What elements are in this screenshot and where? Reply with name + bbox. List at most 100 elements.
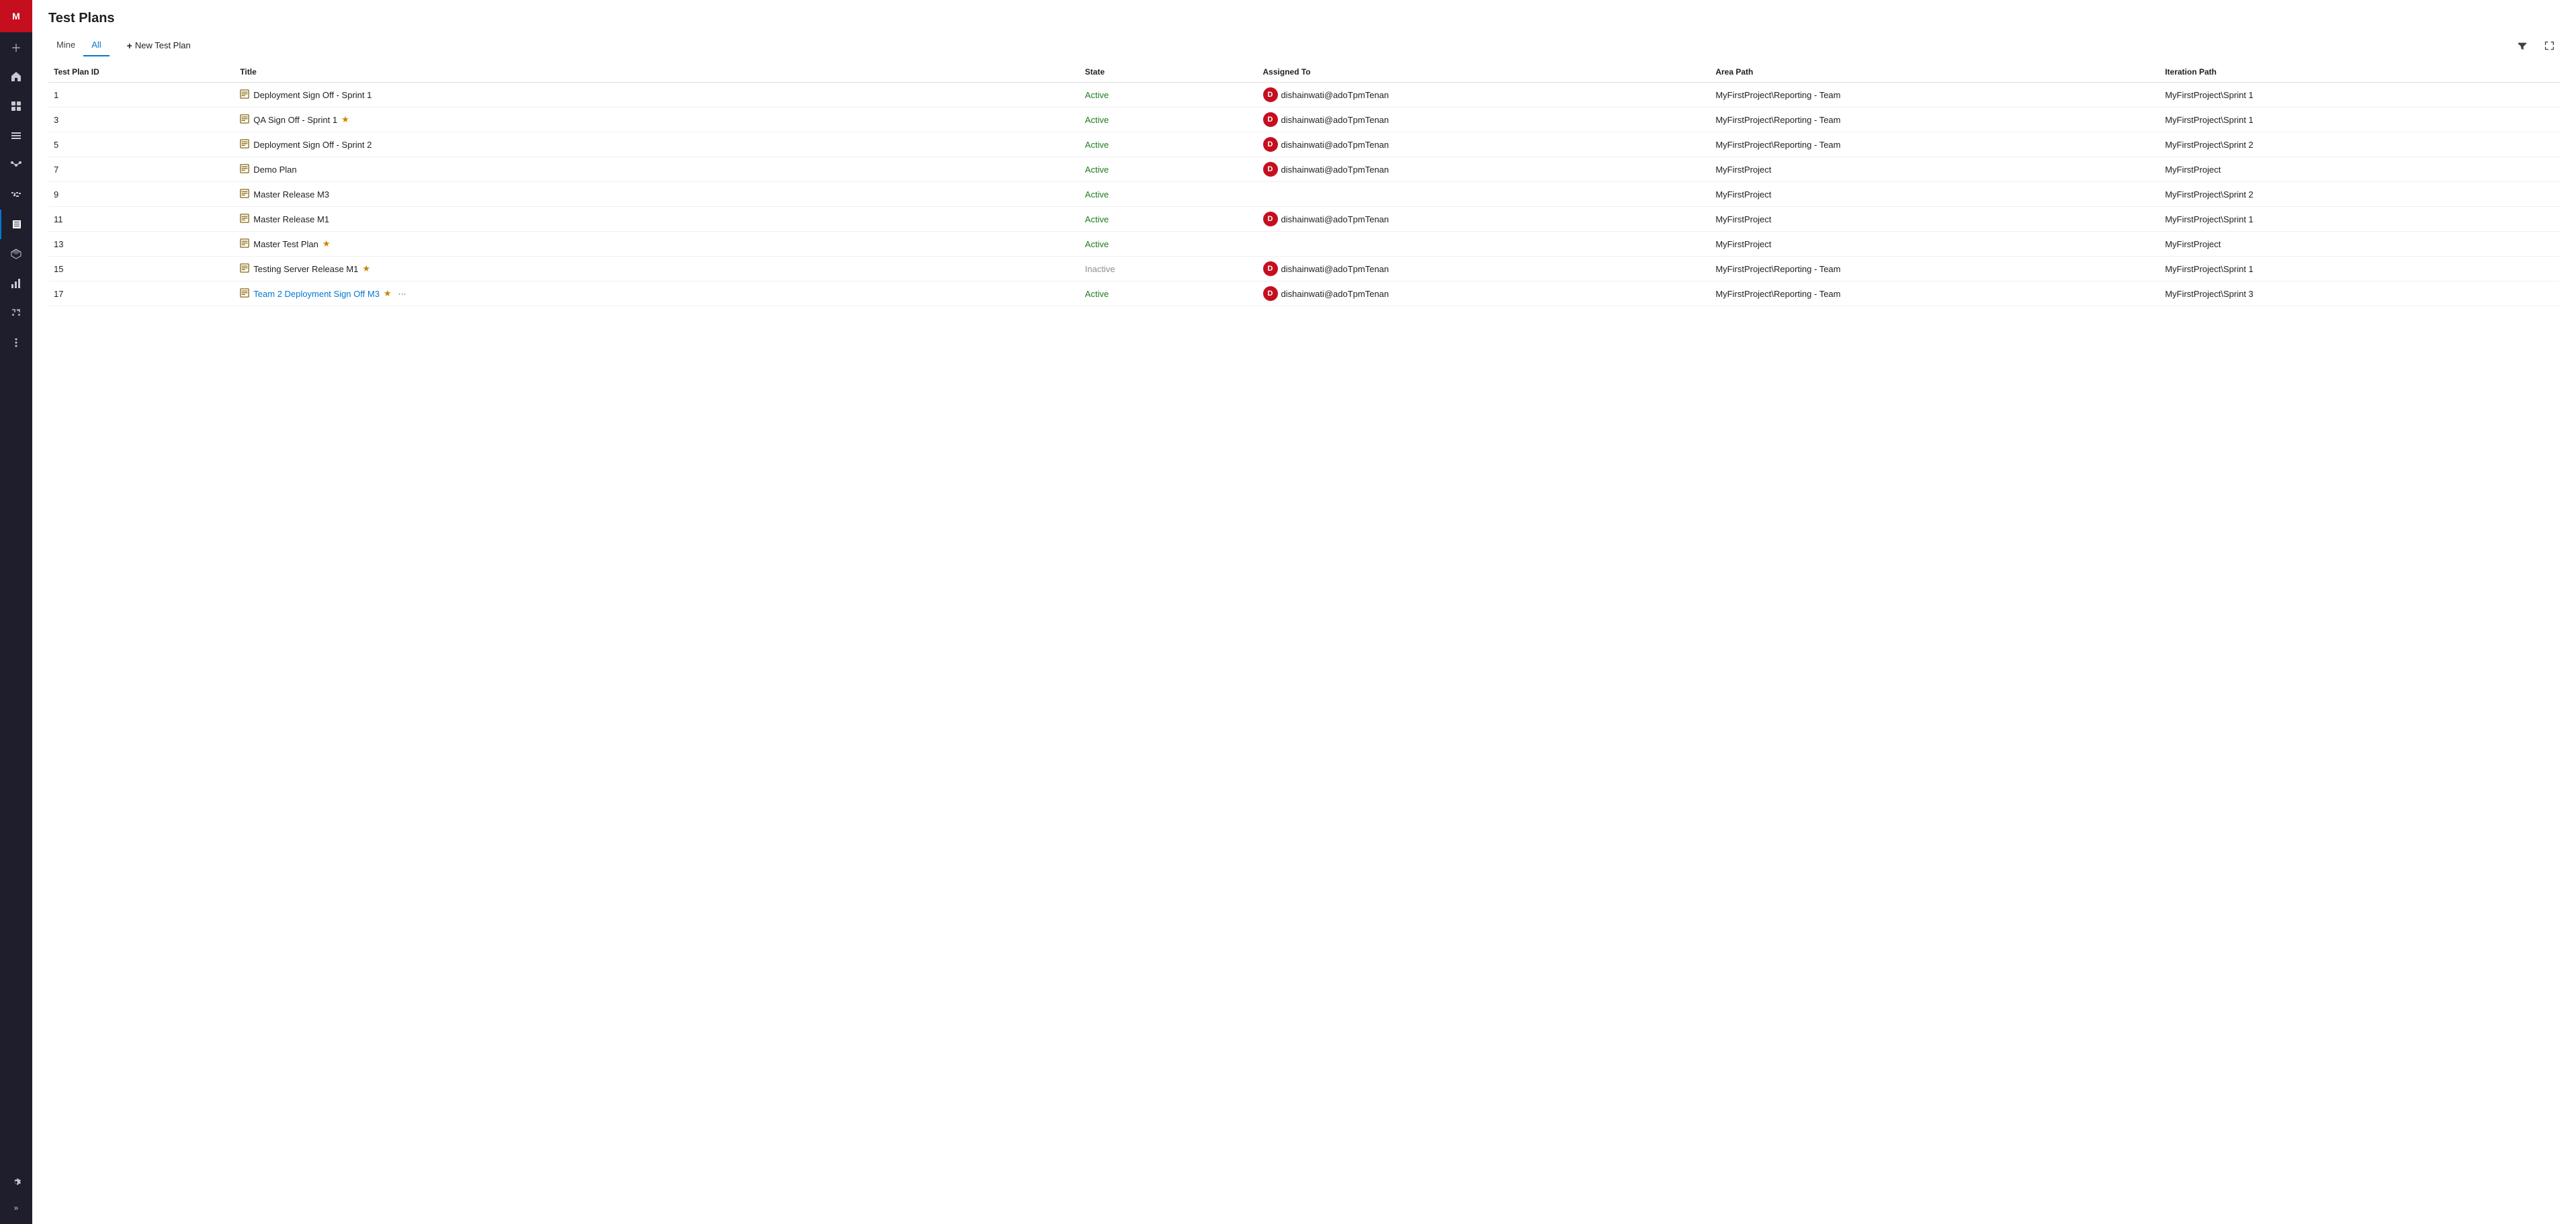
toolbar-right — [2511, 35, 2560, 56]
sidebar: M ＋ » — [0, 0, 32, 1224]
assigned-name: dishainwati@adoTpmTenan — [1281, 165, 1389, 175]
table-row: 11Master Release M1ActiveDdishainwati@ad… — [48, 207, 2560, 232]
cell-state: Active — [1080, 281, 1258, 306]
cell-title: Deployment Sign Off - Sprint 1 — [234, 83, 1079, 107]
avatar: D — [1263, 212, 1278, 226]
table-row: 13Master Test Plan★ActiveMyFirstProjectM… — [48, 232, 2560, 257]
title-text: QA Sign Off - Sprint 1 — [253, 115, 337, 125]
cell-state: Active — [1080, 157, 1258, 182]
assigned-name: dishainwati@adoTpmTenan — [1281, 115, 1389, 125]
repos-icon[interactable] — [0, 150, 32, 180]
boards-icon[interactable] — [0, 91, 32, 121]
avatar: D — [1263, 261, 1278, 276]
star-icon[interactable]: ★ — [362, 263, 370, 274]
col-header-title: Title — [234, 62, 1079, 83]
cell-id: 11 — [48, 207, 234, 232]
plus-icon: + — [127, 40, 132, 51]
cell-state: Active — [1080, 83, 1258, 107]
new-test-plan-button[interactable]: + New Test Plan — [120, 36, 198, 55]
cell-area-path: MyFirstProject\Reporting - Team — [1710, 257, 2159, 281]
title-text: Deployment Sign Off - Sprint 1 — [253, 90, 372, 100]
cell-title: Master Release M3 — [234, 182, 1079, 207]
cell-iteration-path: MyFirstProject\Sprint 1 — [2159, 107, 2560, 132]
cell-id: 13 — [48, 232, 234, 257]
page-title: Test Plans — [48, 11, 2560, 26]
cell-id: 15 — [48, 257, 234, 281]
cell-iteration-path: MyFirstProject\Sprint 2 — [2159, 132, 2560, 157]
table-header-row: Test Plan ID Title State Assigned To Are… — [48, 62, 2560, 83]
star-icon[interactable]: ★ — [323, 238, 331, 249]
plan-icon — [240, 114, 249, 126]
collapse-icon[interactable]: » — [0, 1197, 32, 1219]
cell-state: Inactive — [1080, 257, 1258, 281]
avatar: D — [1263, 137, 1278, 152]
more-options-icon[interactable] — [0, 328, 32, 357]
backlogs-icon[interactable] — [0, 121, 32, 150]
avatar: D — [1263, 87, 1278, 102]
cell-iteration-path: MyFirstProject\Sprint 1 — [2159, 207, 2560, 232]
table-row: 17Team 2 Deployment Sign Off M3★···Activ… — [48, 281, 2560, 306]
plan-icon — [240, 214, 249, 225]
avatar: D — [1263, 286, 1278, 301]
cell-area-path: MyFirstProject\Reporting - Team — [1710, 281, 2159, 306]
star-icon[interactable]: ★ — [341, 114, 349, 125]
fullscreen-button[interactable] — [2538, 35, 2560, 56]
tab-all[interactable]: All — [83, 34, 109, 56]
cell-area-path: MyFirstProject\Reporting - Team — [1710, 83, 2159, 107]
cell-title: Testing Server Release M1 ★ — [234, 257, 1079, 281]
avatar: D — [1263, 162, 1278, 177]
more-actions-icon[interactable]: ··· — [398, 289, 406, 298]
plan-icon — [240, 288, 249, 300]
home-icon[interactable] — [0, 62, 32, 91]
col-header-iteration: Iteration Path — [2159, 62, 2560, 83]
pipelines-icon[interactable] — [0, 180, 32, 210]
artifacts-icon[interactable] — [0, 239, 32, 269]
title-link[interactable]: Team 2 Deployment Sign Off M3 — [253, 289, 380, 299]
tab-mine[interactable]: Mine — [48, 34, 83, 56]
col-header-state: State — [1080, 62, 1258, 83]
analytics-icon[interactable] — [0, 269, 32, 298]
table-row: 15 Testing Server Release M1 ★ InactiveDdis… — [48, 257, 2560, 281]
cell-state: Active — [1080, 232, 1258, 257]
title-text: Testing Server Release M1 — [253, 264, 358, 274]
cell-title: QA Sign Off - Sprint 1 ★ — [234, 107, 1079, 132]
cell-id: 9 — [48, 182, 234, 207]
cell-assigned: Ddishainwati@adoTpmTenan — [1258, 281, 1711, 306]
cell-area-path: MyFirstProject — [1710, 207, 2159, 232]
cell-assigned: Ddishainwati@adoTpmTenan — [1258, 257, 1711, 281]
cell-state: Active — [1080, 182, 1258, 207]
cell-title: Master Release M1 — [234, 207, 1079, 232]
cell-title: Master Test Plan ★ — [234, 232, 1079, 257]
col-header-area: Area Path — [1710, 62, 2159, 83]
star-icon[interactable]: ★ — [384, 288, 392, 299]
table-row: 3QA Sign Off - Sprint 1★ActiveDdishainwa… — [48, 107, 2560, 132]
assigned-name: dishainwati@adoTpmTenan — [1281, 214, 1389, 224]
title-text: Demo Plan — [253, 165, 296, 175]
user-avatar[interactable]: M — [0, 0, 32, 32]
filter-button[interactable] — [2511, 35, 2533, 56]
plan-icon — [240, 238, 249, 250]
cell-assigned: Ddishainwati@adoTpmTenan — [1258, 207, 1711, 232]
test-plans-table: Test Plan ID Title State Assigned To Are… — [48, 62, 2560, 306]
toolbar: Mine All + New Test Plan — [32, 34, 2576, 56]
cell-state: Active — [1080, 207, 1258, 232]
extensions-icon[interactable] — [0, 298, 32, 328]
cell-area-path: MyFirstProject — [1710, 232, 2159, 257]
cell-iteration-path: MyFirstProject — [2159, 232, 2560, 257]
cell-state: Active — [1080, 132, 1258, 157]
cell-title: Team 2 Deployment Sign Off M3 ★ ··· — [234, 281, 1079, 306]
title-text: Master Test Plan — [253, 239, 318, 249]
cell-id: 3 — [48, 107, 234, 132]
cell-assigned: Ddishainwati@adoTpmTenan — [1258, 132, 1711, 157]
cell-iteration-path: MyFirstProject\Sprint 3 — [2159, 281, 2560, 306]
add-icon[interactable]: ＋ — [0, 32, 32, 62]
testplans-icon[interactable] — [0, 210, 32, 239]
title-text: Master Release M3 — [253, 189, 329, 200]
cell-id: 1 — [48, 83, 234, 107]
assigned-name: dishainwati@adoTpmTenan — [1281, 140, 1389, 150]
cell-area-path: MyFirstProject — [1710, 157, 2159, 182]
settings-icon[interactable] — [0, 1168, 32, 1197]
cell-area-path: MyFirstProject\Reporting - Team — [1710, 107, 2159, 132]
cell-id: 5 — [48, 132, 234, 157]
table-row: 5Deployment Sign Off - Sprint 2ActiveDdi… — [48, 132, 2560, 157]
